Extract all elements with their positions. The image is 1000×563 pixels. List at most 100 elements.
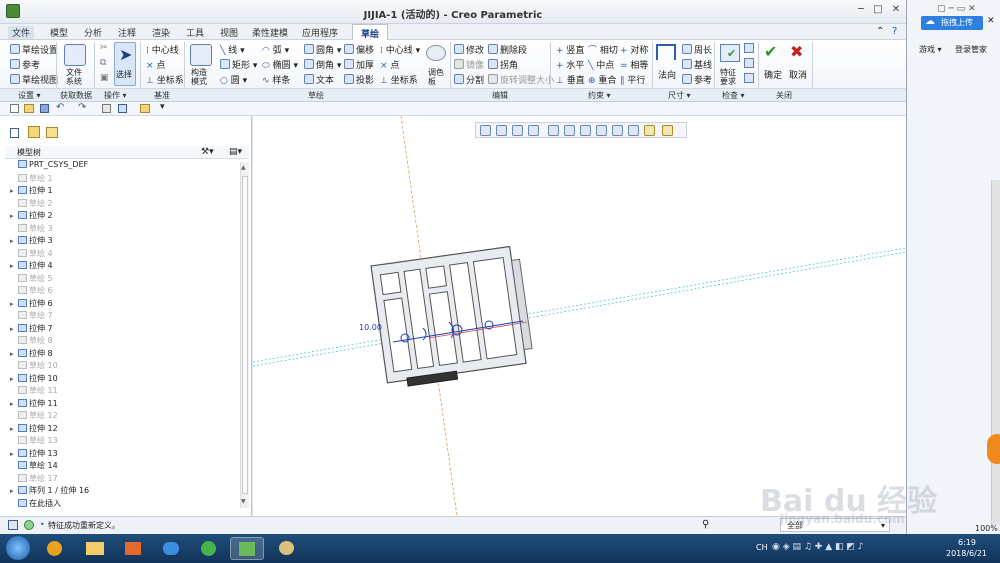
find-icon[interactable]: ⚲ [702,519,709,530]
group-label-inspect[interactable]: 检查 ▾ [722,90,745,101]
tree-expand-icon[interactable]: ▸ [10,325,18,333]
sketch-point-button[interactable]: × 点 [380,58,399,71]
thicken-button[interactable]: 加厚 [344,58,374,71]
parallel-constraint-button[interactable]: ∥ 平行 [620,73,645,86]
redo-icon[interactable]: ↷ [78,102,86,113]
menu-flexible-modeling[interactable]: 柔性建模 [252,26,288,39]
ok-icon[interactable]: ✔ [764,42,777,61]
divide-button[interactable]: 分割 [454,73,484,86]
overlapping-geometry-icon[interactable] [744,43,754,53]
tree-item[interactable]: ▸ 拉伸 8 [10,348,53,359]
fillet-button[interactable]: 圆角 ▾ [304,43,341,56]
normal-dimension-button[interactable]: 法向 [658,68,676,81]
group-label-constrain[interactable]: 约束 ▾ [588,90,611,101]
minimize-icon[interactable]: ─ [853,3,869,17]
tree-expand-icon[interactable]: ▸ [10,425,18,433]
windows-icon[interactable] [118,104,127,113]
tree-item[interactable]: 草绘 3 [10,223,53,234]
folder-tab-icon[interactable] [46,127,58,138]
maximize-icon[interactable]: □ [870,3,886,17]
shade-closed-loops-icon[interactable] [744,73,754,83]
mirror-button[interactable]: 镜像 [454,58,484,71]
close-window-icon[interactable] [140,104,150,113]
perimeter-button[interactable]: 周长 [682,43,712,56]
construction-mode-button[interactable]: 构造模式 [191,68,211,86]
tree-item[interactable]: ▸ 拉伸 7 [10,323,53,334]
copy-icon[interactable]: ⧉ [100,58,106,68]
palette-button[interactable]: 调色板 [428,68,444,86]
corner-button[interactable]: 拐角 [488,58,518,71]
scrollbar-thumb[interactable] [242,176,248,494]
undo-icon[interactable]: ↶ [56,102,64,113]
ok-button[interactable]: 确定 [764,68,782,81]
sketch-view-button[interactable]: 草绘视图 [10,73,58,86]
tree-item[interactable]: 草绘 6 [10,285,53,296]
menu-render[interactable]: 渲染 [152,26,170,39]
graphics-window[interactable]: 10.00 [253,116,906,516]
tree-item[interactable]: ▸ 拉伸 10 [10,373,58,384]
browser-scrollbar[interactable] [991,180,1000,525]
tree-item[interactable]: ▸ 拉伸 2 [10,210,53,221]
line-button[interactable]: ╲ 线 ▾ [220,43,245,56]
browser-close-icon[interactable]: ✕ [987,16,995,26]
menu-view[interactable]: 视图 [220,26,238,39]
file-system-icon[interactable] [64,44,86,66]
tray-icons[interactable]: ◉ ◈ ▤ ♫ ✚ ▲ ◧ ◩ ♪ [772,542,863,552]
datum-point-button[interactable]: × 点 [146,58,165,71]
login-link[interactable]: 登录管家 [955,44,987,55]
horizontal-constraint-button[interactable]: + 水平 [556,58,584,71]
layers-tab-icon[interactable] [28,126,40,138]
browser-controls[interactable]: ▢ ─ ▭ ✕ [937,4,976,14]
tree-item[interactable]: ▸ 拉伸 12 [10,423,58,434]
close-icon[interactable]: ✕ [888,3,904,17]
sketch-setup-button[interactable]: 草绘设置 [10,43,58,56]
select-button[interactable]: ➤ 选择 [114,42,136,86]
equal-constraint-button[interactable]: = 相等 [620,58,648,71]
tree-item[interactable]: 草绘 17 [10,473,58,484]
perpendicular-constraint-button[interactable]: ⊥ 垂直 [556,73,585,86]
tree-item[interactable]: ▸ 阵列 1 / 拉伸 16 [10,485,89,496]
tree-expand-icon[interactable]: ▸ [10,487,18,495]
rotate-resize-button[interactable]: 旋转调整大小 [488,73,554,86]
tree-item[interactable]: ▸ 拉伸 13 [10,448,58,459]
tree-expand-icon[interactable]: ▸ [10,212,18,220]
midpoint-constraint-button[interactable]: ╲ 中点 [588,58,614,71]
cut-icon[interactable]: ✂ [100,43,108,53]
sketch-centerline-button[interactable]: ⁞ 中心线 ▾ [380,43,420,56]
taskbar-explorer-icon[interactable] [78,537,112,560]
games-link[interactable]: 游戏 ▾ [919,44,942,55]
start-button[interactable] [6,536,30,560]
tree-item[interactable]: 草绘 10 [10,360,58,371]
modify-button[interactable]: 修改 [454,43,484,56]
group-label-setup[interactable]: 设置 ▾ [18,90,41,101]
tree-item[interactable]: ▸ 拉伸 3 [10,235,53,246]
tree-item[interactable]: 草绘 11 [10,385,58,396]
dimension-label[interactable]: 10.00 [359,323,382,332]
toggle-browser-icon[interactable] [24,520,34,530]
tree-item[interactable]: 草绘 1 [10,173,53,184]
help-icon[interactable]: ? [892,26,897,37]
circle-button[interactable]: ○ 圆 ▾ [220,73,247,86]
spline-button[interactable]: ∿ 样条 [262,73,290,86]
vertical-constraint-button[interactable]: + 竖直 [556,43,584,56]
construction-mode-icon[interactable] [190,44,212,66]
menu-model[interactable]: 模型 [50,26,68,39]
tree-item[interactable]: ▸ 拉伸 1 [10,185,53,196]
reference-dimension-button[interactable]: 参考 [682,73,712,86]
tree-settings-icon[interactable]: ⚒▾ [201,147,214,157]
project-button[interactable]: 投影 [344,73,374,86]
chamfer-button[interactable]: 倒角 ▾ [304,58,341,71]
tree-expand-icon[interactable]: ▸ [10,187,18,195]
sketch-csys-button[interactable]: ⊥ 坐标系 [380,73,418,86]
symmetric-constraint-button[interactable]: + 对称 [620,43,648,56]
tree-expand-icon[interactable]: ▸ [10,237,18,245]
group-label-operations[interactable]: 操作 ▾ [104,90,127,101]
palette-icon[interactable] [426,45,446,61]
baseline-button[interactable]: 基线 [682,58,712,71]
tree-item[interactable]: 草绘 7 [10,310,53,321]
coincident-constraint-button[interactable]: ⊕ 重合 [588,73,616,86]
tree-expand-icon[interactable]: ▸ [10,375,18,383]
rectangle-button[interactable]: 矩形 ▾ [220,58,257,71]
menu-applications[interactable]: 应用程序 [302,26,338,39]
tab-sketch[interactable]: 草绘 [352,24,389,40]
